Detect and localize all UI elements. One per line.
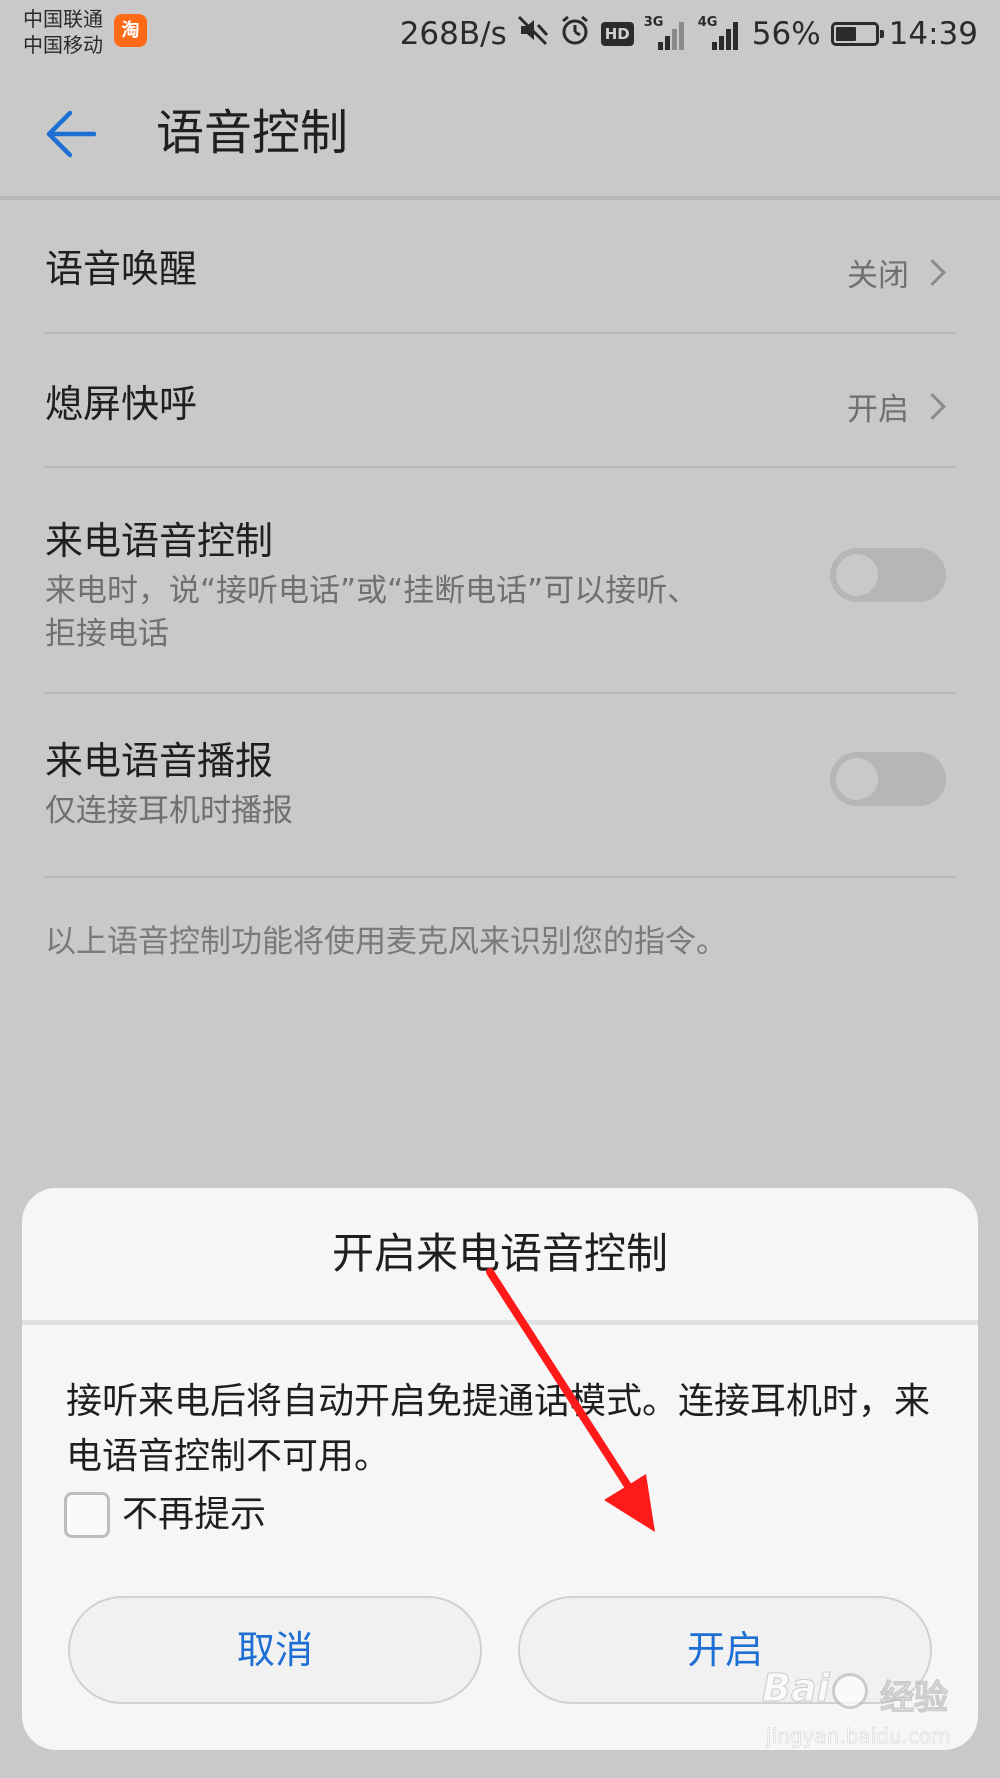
chevron-right-icon [919,393,946,420]
dialog-title: 开启来电语音控制 [22,1188,978,1325]
dont-remind-checkbox[interactable] [64,1492,110,1538]
dont-remind-option[interactable]: 不再提示 [64,1490,266,1540]
watermark-logo-text: Bai [762,1666,831,1711]
setting-value-group: 关闭 [847,250,948,295]
setting-label: 来电语音控制 [45,519,274,563]
incoming-voice-control-toggle[interactable] [830,548,946,602]
dont-remind-label: 不再提示 [122,1494,267,1535]
arrow-left-icon[interactable] [44,104,104,164]
signal-icon: 4G [698,16,742,52]
dialog-message: 接听来电后将自动开启免提通话模式。连接耳机时，来电语音控制不可用。 [66,1381,931,1477]
settings-list: 语音唤醒 关闭 熄屏快呼 开启 来电语音控制 来电时，说“接听电话”或“挂断电话… [44,200,956,878]
watermark-url: jingyan.baidu.com [766,1724,951,1749]
battery-percent: 56% [751,16,821,52]
status-indicators: 268B/s HD 3G 4G 56% 14:39 [400,10,978,58]
chevron-right-icon [919,259,946,286]
carrier-2: 中国移动 [23,33,103,57]
taobao-icon: 淘 [114,14,147,47]
setting-summary: 仅连接耳机时播报 [45,793,293,829]
setting-label: 来电语音播报 [45,739,274,783]
incoming-voice-announce-toggle[interactable] [830,752,946,806]
alarm-icon [559,14,591,54]
hd-icon: HD [600,22,634,46]
setting-summary: 来电时，说“接听电话”或“挂断电话”可以接听、拒接电话 [45,573,699,652]
clock: 14:39 [888,16,978,52]
setting-screen-off-call[interactable]: 熄屏快呼 开启 [44,334,956,468]
setting-label: 语音唤醒 [45,247,198,291]
status-bar: 中国联通 中国移动 淘 268B/s HD 3G 4G 56% 14:39 [0,0,1000,68]
battery-icon [830,22,884,46]
watermark-logo: Bai [762,1666,870,1711]
paw-icon [831,1672,868,1709]
signal-icon: 3G [644,16,688,52]
mute-icon [517,14,549,54]
setting-voice-wakeup[interactable]: 语音唤醒 关闭 [44,200,956,334]
toggle-knob [836,758,878,800]
battery-level [835,27,856,41]
setting-incoming-voice-control: 来电语音控制 来电时，说“接听电话”或“挂断电话”可以接听、拒接电话 [44,468,956,694]
setting-value-group: 开启 [847,384,948,429]
setting-incoming-voice-announce: 来电语音播报 仅连接耳机时播报 [44,694,956,878]
baidu-jingyan-watermark: Bai 经验 jingyan.baidu.com [762,1662,978,1762]
settings-footnote: 以上语音控制功能将使用麦克风来识别您的指令。 [45,924,727,960]
setting-value: 关闭 [847,258,909,294]
net-speed: 268B/s [399,16,507,52]
cancel-button[interactable]: 取消 [68,1596,482,1704]
watermark-text: 经验 [880,1678,949,1719]
carrier-1: 中国联通 [23,7,103,31]
toggle-knob [836,554,878,596]
setting-label: 熄屏快呼 [45,382,198,426]
title-bar: 语音控制 [0,68,1000,200]
setting-value: 开启 [847,392,909,428]
page-title: 语音控制 [156,105,349,161]
carrier-names: 中国联通 中国移动 [23,6,103,58]
